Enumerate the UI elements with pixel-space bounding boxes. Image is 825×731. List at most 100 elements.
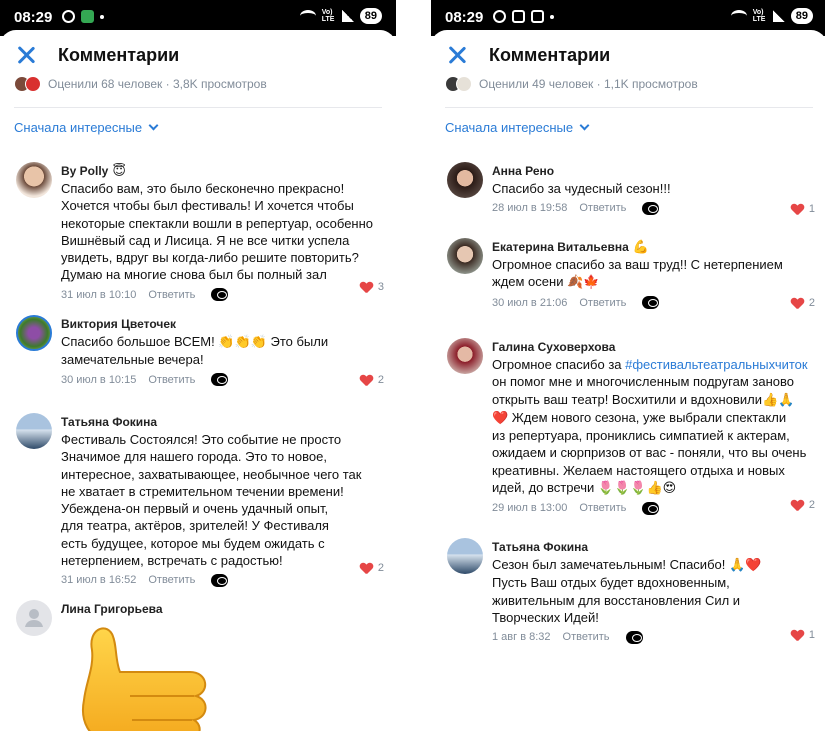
comment-body: Анна Рено Спасибо за чудесный сезон!!! 2… xyxy=(492,162,817,217)
heart-icon xyxy=(360,374,373,387)
author-name: By Polly xyxy=(61,164,109,178)
status-emoji-icon: 💪 xyxy=(632,239,649,255)
chevron-down-icon xyxy=(148,120,159,131)
text-segment: Огромное спасибо за xyxy=(492,357,626,372)
avatar[interactable] xyxy=(447,162,483,198)
chevron-down-icon xyxy=(579,120,590,131)
text-segment: Спасибо большое ВСЕМ! xyxy=(61,334,219,349)
comment-text: Огромное спасибо за ваш труд!! С нетерпе… xyxy=(492,256,817,292)
more-notifications-icon xyxy=(100,15,104,19)
comment-body: By Polly 😇 Спасибо вам, это было бесконе… xyxy=(61,162,386,304)
avatar[interactable] xyxy=(16,600,52,636)
rater-avatar xyxy=(456,76,472,92)
comment-date: 30 июл в 21:06 xyxy=(492,296,568,309)
author-name: Татьяна Фокина xyxy=(61,415,158,429)
ratings-row[interactable]: Оценили 49 человек · 1,1K просмотров xyxy=(445,76,698,92)
like-count: 1 xyxy=(808,203,815,215)
like-count: 2 xyxy=(808,297,815,309)
comment-author[interactable]: Виктория Цветочек xyxy=(61,315,386,333)
comment-meta: 30 июл в 10:15 Ответить xyxy=(61,371,386,389)
like-button[interactable]: 2 xyxy=(791,294,815,312)
react-icon[interactable] xyxy=(211,373,229,387)
comment-text: Спасибо за чудесный сезон!!! xyxy=(492,181,671,196)
app-notification-icon xyxy=(81,10,94,23)
comment-author[interactable]: Галина Суховерхова xyxy=(492,338,817,356)
reply-button[interactable]: Ответить xyxy=(563,631,610,643)
comment-item: Екатерина Витальевна 💪 Огромное спасибо … xyxy=(445,238,815,312)
volte-indicator: Vo) LTE xyxy=(321,9,335,23)
reply-button[interactable]: Ответить xyxy=(148,574,195,586)
heart-icon xyxy=(791,297,804,310)
comment-text: Спасибо большое ВСЕМ! 👏👏👏 Это были замеч… xyxy=(61,333,386,369)
comment-author[interactable]: Екатерина Витальевна 💪 xyxy=(492,238,817,256)
avatar[interactable] xyxy=(16,413,52,449)
sort-dropdown[interactable]: Сначала интересные xyxy=(445,120,590,135)
header: Комментарии xyxy=(14,40,179,70)
react-icon[interactable] xyxy=(211,288,229,302)
hashtag-link[interactable]: #фестивальтеатральныхчиток xyxy=(625,357,807,372)
rater-avatar xyxy=(25,76,41,92)
status-right: Vo) LTE 89 xyxy=(299,8,382,24)
react-icon[interactable] xyxy=(211,573,229,587)
default-user-icon xyxy=(25,609,43,627)
reply-button[interactable]: Ответить xyxy=(579,202,626,214)
like-count: 2 xyxy=(377,562,384,574)
author-name: Галина Суховерхова xyxy=(492,340,616,354)
avatar[interactable] xyxy=(447,538,483,574)
author-name: Анна Рено xyxy=(492,164,555,178)
comment-item: By Polly 😇 Спасибо вам, это было бесконе… xyxy=(14,162,384,302)
reply-button[interactable]: Ответить xyxy=(148,289,195,301)
heart-icon xyxy=(360,562,373,575)
notification-icons xyxy=(62,10,104,23)
avatar[interactable] xyxy=(447,338,483,374)
ratings-row[interactable]: Оценили 68 человек · 3,8K просмотров xyxy=(14,76,267,92)
comment-text: Спасибо вам, это было бесконечно прекрас… xyxy=(61,181,374,283)
react-icon[interactable] xyxy=(642,501,660,515)
avatar[interactable] xyxy=(16,315,52,351)
sort-label: Сначала интересные xyxy=(445,120,574,135)
header: Комментарии xyxy=(445,40,610,70)
close-icon[interactable] xyxy=(14,43,38,67)
red-heart-icon: ❤️ xyxy=(492,410,509,426)
reply-button[interactable]: Ответить xyxy=(579,502,626,514)
avatar[interactable] xyxy=(447,238,483,274)
text-segment: Огромное спасибо за ваш труд!! С нетерпе… xyxy=(492,257,783,290)
like-button[interactable]: 2 xyxy=(360,559,384,577)
author-name: Татьяна Фокина xyxy=(492,540,589,554)
sort-dropdown[interactable]: Сначала интересные xyxy=(14,120,159,135)
reply-button[interactable]: Ответить xyxy=(579,297,626,309)
comment-meta: 31 июл в 10:10 Ответить xyxy=(61,286,386,304)
close-icon[interactable] xyxy=(445,43,469,67)
react-icon[interactable] xyxy=(642,296,660,310)
like-button[interactable]: 1 xyxy=(791,626,815,644)
avatar[interactable] xyxy=(16,162,52,198)
thumbs-up-sticker[interactable] xyxy=(70,620,230,731)
comment-text: Сезон был замечатеьльным! Спасибо! 🙏❤️ П… xyxy=(492,556,817,626)
right-screenshot: 08:29 Vo) LTE 89 Комментарии Оценили 49 … xyxy=(431,0,825,731)
comment-author[interactable]: Татьяна Фокина xyxy=(61,413,386,431)
comment-author[interactable]: Татьяна Фокина xyxy=(492,538,817,556)
comment-body: Екатерина Витальевна 💪 Огромное спасибо … xyxy=(492,238,817,312)
like-button[interactable]: 3 xyxy=(360,278,384,296)
comment-author[interactable]: Анна Рено xyxy=(492,162,817,180)
comment-author[interactable]: Лина Григорьева xyxy=(61,600,386,618)
status-right: Vo) LTE 89 xyxy=(730,8,813,24)
react-icon[interactable] xyxy=(642,201,660,215)
comment-author[interactable]: By Polly 😇 xyxy=(61,162,386,180)
text-segment: он помог мне и многочисленным подругам з… xyxy=(492,374,794,407)
divider xyxy=(445,107,813,108)
comment-body: Татьяна Фокина Сезон был замечатеьльным!… xyxy=(492,538,817,646)
like-count: 2 xyxy=(377,374,384,386)
text-segment: Сезон был замечатеьльным! Спасибо! xyxy=(492,557,729,572)
ratings-text: Оценили 68 человек · 3,8K просмотров xyxy=(48,77,267,91)
status-time: 08:29 xyxy=(14,9,53,26)
thumbs-up-pray-icon: 👍🙏 xyxy=(762,392,795,408)
reply-button[interactable]: Ответить xyxy=(148,374,195,386)
like-button[interactable]: 2 xyxy=(791,496,815,514)
like-button[interactable]: 2 xyxy=(360,371,384,389)
react-icon[interactable] xyxy=(625,630,643,644)
page-title: Комментарии xyxy=(58,44,180,65)
divider xyxy=(14,107,382,108)
like-button[interactable]: 1 xyxy=(791,200,815,218)
author-name: Екатерина Витальевна xyxy=(492,240,629,254)
